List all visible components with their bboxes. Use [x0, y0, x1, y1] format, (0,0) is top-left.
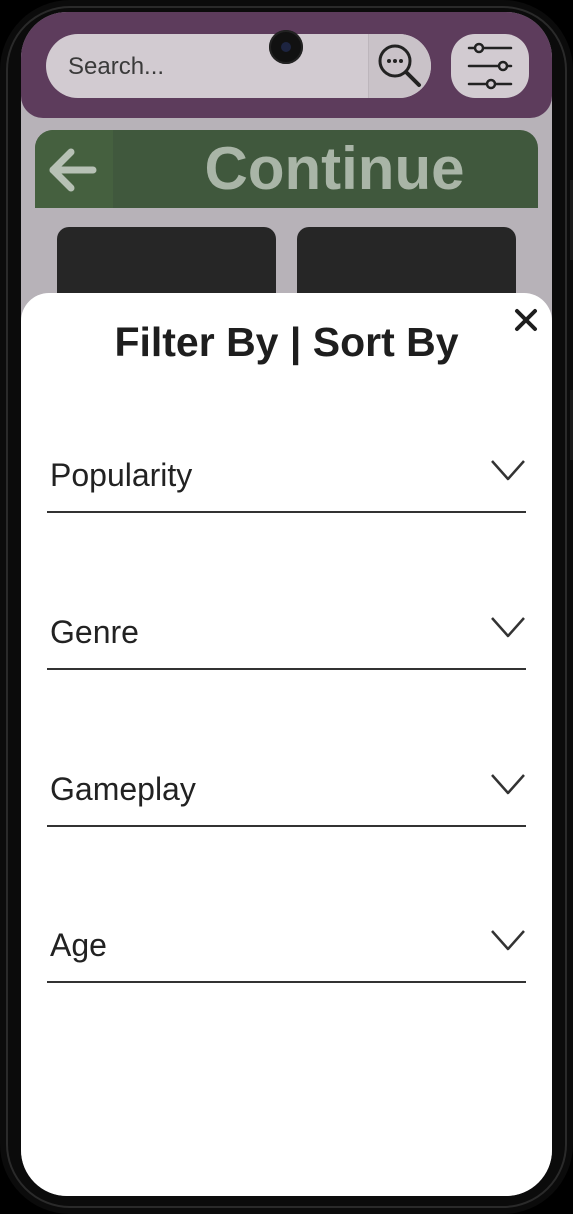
- chevron-down-icon: [491, 774, 525, 795]
- camera-cutout: [269, 30, 303, 64]
- chevron-down-icon: [491, 617, 525, 638]
- search-input[interactable]: Search...: [68, 53, 164, 81]
- search-button[interactable]: [368, 34, 431, 98]
- continue-label: Continue: [204, 135, 465, 202]
- arrow-left-icon: [49, 148, 97, 192]
- sheet-title: Filter By | Sort By: [114, 319, 459, 365]
- top-bar: Search...: [21, 12, 552, 118]
- sliders-icon: [467, 42, 513, 90]
- filter-option-label: Age: [50, 927, 107, 963]
- chevron-down-icon: [491, 460, 525, 481]
- continue-bar[interactable]: Continue: [35, 130, 538, 208]
- phone-frame: Search... Continue Filter By | Sort By P…: [0, 0, 573, 1214]
- search-icon: [378, 44, 421, 87]
- filter-option-gameplay[interactable]: Gameplay: [47, 771, 526, 827]
- filter-sort-sheet: Filter By | Sort By Popularity Genre Gam…: [21, 293, 552, 1196]
- screen: Search... Continue Filter By | Sort By P…: [21, 12, 552, 1196]
- chevron-down-icon: [491, 930, 525, 951]
- filter-option-genre[interactable]: Genre: [47, 614, 526, 670]
- search-bar[interactable]: Search...: [46, 34, 431, 98]
- filter-button[interactable]: [451, 34, 529, 98]
- filter-option-label: Gameplay: [50, 771, 196, 807]
- filter-option-label: Genre: [50, 614, 139, 650]
- filter-option-popularity[interactable]: Popularity: [47, 457, 526, 513]
- filter-option-label: Popularity: [50, 457, 193, 493]
- back-button[interactable]: [35, 130, 113, 208]
- filter-option-age[interactable]: Age: [47, 927, 526, 983]
